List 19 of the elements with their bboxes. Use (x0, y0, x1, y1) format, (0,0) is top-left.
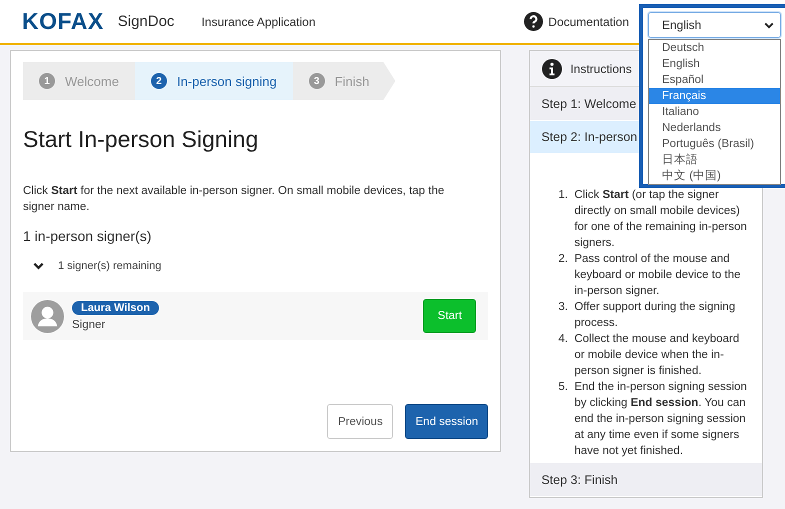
instruction-item: Collect the mouse and keyboard or mobile device when the in-person signer is finished. (574, 332, 740, 380)
instruction-item: Click Start (or tap the signer directly on small mobile devices) for one of the remaining in-person signers. (574, 188, 748, 252)
item-number: 4. (558, 332, 569, 348)
logo: KOFAX (22, 8, 104, 35)
item-number: 5. (558, 380, 569, 396)
instruction-item: End the in-person signing session by clicking End session. You can end the in-person signing session at any time even if some signers have not yet finished. (574, 380, 748, 460)
app-title: Insurance Application (201, 14, 316, 28)
instruction-item: Offer support during the signing process. (574, 300, 736, 332)
item-number: 2. (558, 252, 569, 268)
signer-role: Signer (72, 319, 106, 331)
item-number: 1. (558, 188, 569, 204)
product-name: SignDoc (118, 13, 174, 30)
signer-count: 1 in-person signer(s) (23, 228, 152, 244)
item-number: 3. (558, 300, 569, 316)
instruction-item: Pass control of the mouse and keyboard or mobile device to the in-person signer. (574, 252, 742, 300)
page-title: Start In-person Signing (23, 126, 260, 153)
instructions-title: Instructions (570, 62, 632, 76)
group-label: 1 signer(s) remaining (58, 260, 162, 272)
intro-text: Click Start for the next available in-person signer. On small mobile devices, tap the signer name. (23, 184, 446, 215)
